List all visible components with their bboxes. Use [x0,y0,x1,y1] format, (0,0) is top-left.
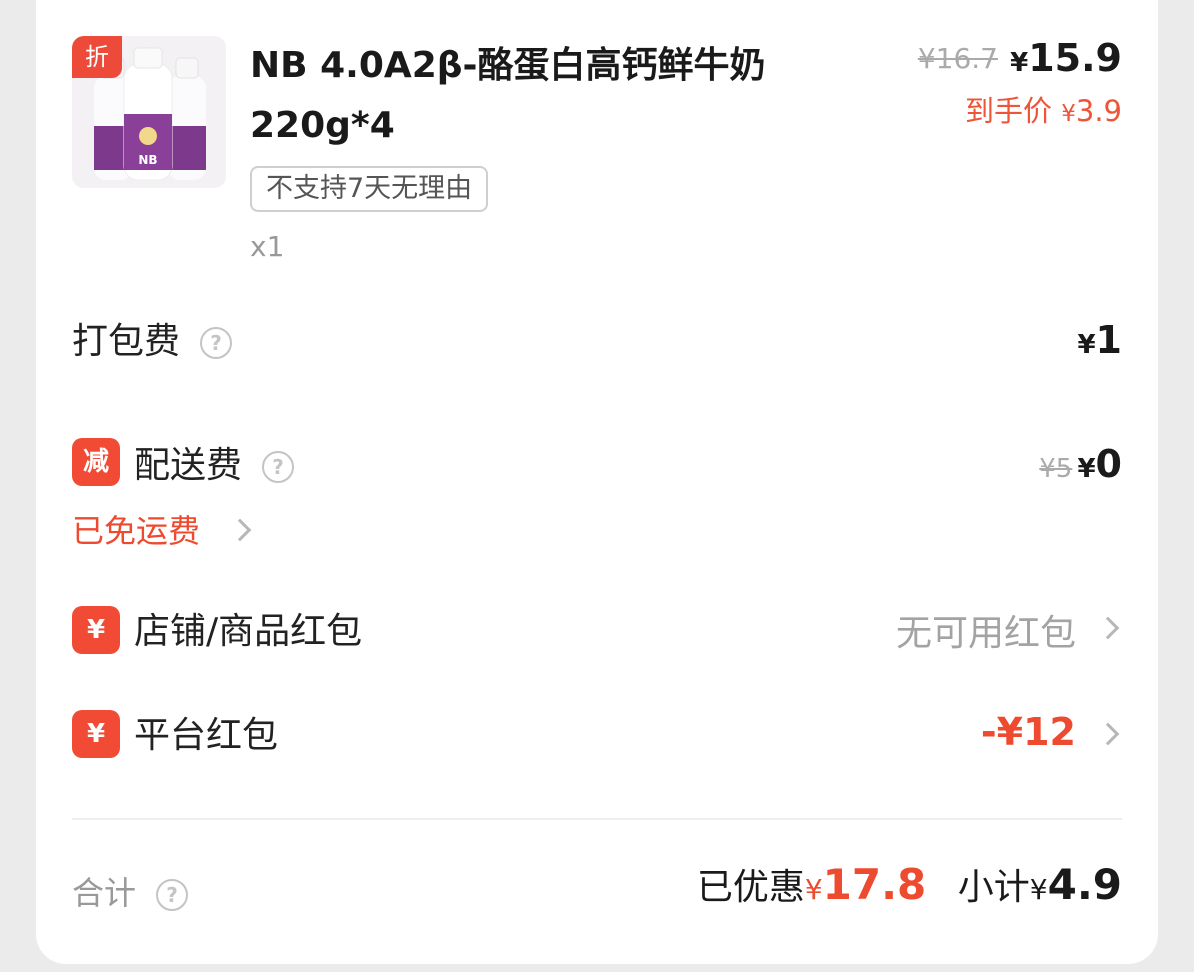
discount-amount: 17.8 [822,860,927,909]
svg-text:NB: NB [138,153,157,167]
chevron-right-icon [228,518,252,542]
chevron-right-icon[interactable] [1096,722,1120,746]
delivery-fee-row: 配送费? [134,436,295,488]
packing-fee-label: 打包费 [72,321,181,362]
currency-symbol: ¥ [1029,873,1048,906]
free-shipping-text: 已免运费 [72,512,201,550]
packing-fee-value: ¥1 [1077,318,1122,362]
subtotal-amount: 4.9 [1047,860,1122,909]
yen-badge-icon: ¥ [72,710,120,758]
product-original-price: ¥16.7 [917,42,998,75]
help-icon[interactable]: ? [156,879,189,911]
product-name-line1: NB 4.0A2β-酪蛋白高钙鲜牛奶 [250,45,766,86]
platform-coupon-value[interactable]: -¥12 [981,710,1076,754]
currency-symbol: ¥ [1061,101,1076,127]
packing-fee-row: 打包费? [72,312,233,364]
product-image[interactable]: NB 折 [72,36,226,188]
delivery-fee-label: 配送费 [134,445,243,486]
currency-symbol: ¥ [1077,454,1096,484]
delivery-fee-values: ¥5 ¥0 [1039,442,1122,486]
discount-badge: 折 [72,36,122,78]
discount-label: 已优惠 [696,867,805,908]
final-price-label: 到手价 [965,94,1053,128]
free-shipping-link[interactable]: 已免运费 [72,506,200,552]
delivery-fee-amount: 0 [1095,442,1122,486]
shop-coupon-label[interactable]: 店铺/商品红包 [134,602,362,654]
product-name[interactable]: NB 4.0A2β-酪蛋白高钙鲜牛奶 220g*4 [250,36,766,156]
currency-symbol: ¥ [1077,330,1096,360]
help-icon[interactable]: ? [200,327,233,359]
currency-symbol: ¥ [1010,48,1029,78]
packing-fee-amount: 1 [1095,318,1122,362]
help-icon[interactable]: ? [262,451,295,483]
no-7day-return-tag: 不支持7天无理由 [250,166,489,212]
divider [72,818,1122,820]
subtotal-label: 小计 [957,867,1030,908]
product-quantity: x1 [250,230,285,263]
product-current-price: ¥15.9 [1010,36,1122,80]
chevron-right-icon[interactable] [1096,616,1120,640]
product-final-price: 到手价 ¥3.9 [965,88,1122,130]
product-name-line2: 220g*4 [250,105,395,146]
final-price-value: 3.9 [1075,94,1122,128]
order-summary: 已优惠¥17.8 小计¥4.9 [697,858,1122,910]
order-card: NB 折 NB 4.0A2β-酪蛋白高钙鲜牛奶 220g*4 不支持7天无理由 … [36,0,1158,964]
yen-badge-icon: ¥ [72,606,120,654]
current-price-value: 15.9 [1028,36,1122,80]
shop-coupon-value[interactable]: 无可用红包 [896,604,1076,656]
currency-symbol: ¥ [804,873,823,906]
delivery-fee-original: ¥5 [1039,454,1073,484]
platform-coupon-label[interactable]: 平台红包 [134,706,278,758]
total-row: 合计? [72,868,189,914]
total-label: 合计 [72,874,137,912]
reduce-badge: 减 [72,438,120,486]
